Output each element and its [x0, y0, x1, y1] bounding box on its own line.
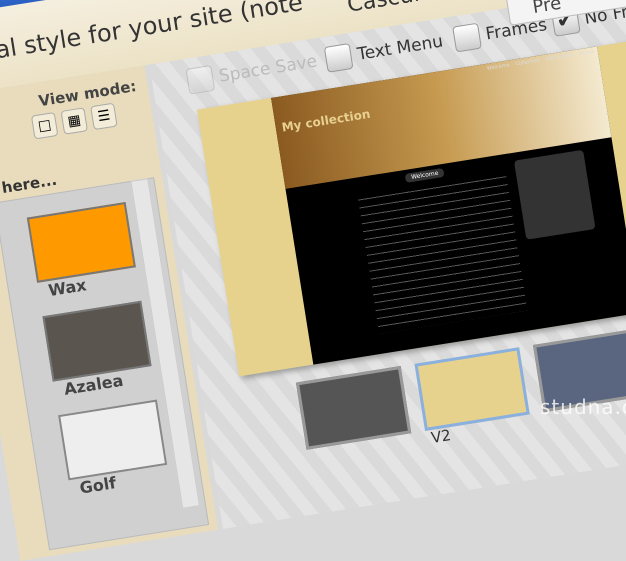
- view-grid-icon[interactable]: ▦: [60, 107, 89, 135]
- site-sidebar-box: [513, 149, 596, 240]
- app-window: ual style for your site (note Cascula: V…: [0, 0, 626, 561]
- nav-item: Welcome: [486, 62, 511, 72]
- nav-item: Collection: [515, 57, 541, 68]
- view-list-icon[interactable]: ☰: [90, 102, 118, 131]
- watermark: studna.cz: [540, 395, 626, 419]
- preview-site: Welcome Collection Add button About My c…: [271, 46, 626, 365]
- view-single-icon[interactable]: □: [30, 112, 59, 140]
- variant-label: V2: [429, 426, 453, 447]
- nav-item: Add button: [545, 52, 574, 63]
- nav-item: About: [578, 48, 595, 58]
- site-text: [357, 172, 528, 334]
- site-title: My collection: [280, 106, 372, 135]
- welcome-tab: Welcome: [404, 167, 446, 183]
